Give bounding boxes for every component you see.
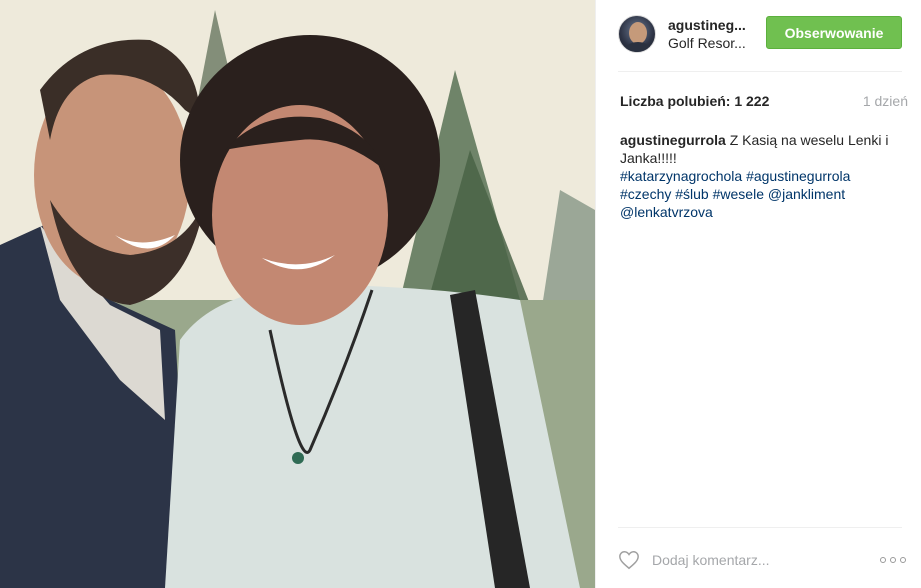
post-age[interactable]: 1 dzień <box>863 93 908 109</box>
instagram-post: agustineg... Golf Resor... Obserwowanie … <box>0 0 921 588</box>
author-username[interactable]: agustineg... <box>668 16 758 34</box>
hashtag-slub[interactable]: #ślub <box>675 186 708 202</box>
post-photo[interactable] <box>0 0 595 588</box>
author-info: agustineg... Golf Resor... <box>668 16 758 52</box>
comment-input[interactable] <box>652 552 862 568</box>
comment-bar <box>618 544 906 576</box>
more-options-icon[interactable] <box>880 552 906 568</box>
comment-divider <box>618 527 902 528</box>
post-sidebar: agustineg... Golf Resor... Obserwowanie … <box>595 0 921 588</box>
post-caption: agustinegurrola Z Kasią na weselu Lenki … <box>620 131 906 221</box>
selfie-illustration <box>0 0 595 588</box>
mention-jankliment[interactable]: @jankliment <box>768 186 845 202</box>
author-avatar[interactable] <box>618 15 656 53</box>
heart-icon[interactable] <box>618 549 640 571</box>
hashtag-czechy[interactable]: #czechy <box>620 186 671 202</box>
header-divider <box>618 71 902 72</box>
likes-row: Liczba polubień: 1 222 1 dzień <box>620 93 908 111</box>
more-dot <box>900 557 906 563</box>
more-dot <box>880 557 886 563</box>
hashtag-agustinegurrola[interactable]: #agustinegurrola <box>746 168 850 184</box>
caption-author[interactable]: agustinegurrola <box>620 132 726 148</box>
post-location[interactable]: Golf Resor... <box>668 34 758 52</box>
following-button[interactable]: Obserwowanie <box>766 16 902 49</box>
hashtag-wesele[interactable]: #wesele <box>713 186 764 202</box>
mention-lenkatvrzova[interactable]: @lenkatvrzova <box>620 204 713 220</box>
likes-count[interactable]: Liczba polubień: 1 222 <box>620 93 769 109</box>
hashtag-katarzynagrochola[interactable]: #katarzynagrochola <box>620 168 742 184</box>
post-header: agustineg... Golf Resor... Obserwowanie <box>618 14 906 54</box>
more-dot <box>890 557 896 563</box>
